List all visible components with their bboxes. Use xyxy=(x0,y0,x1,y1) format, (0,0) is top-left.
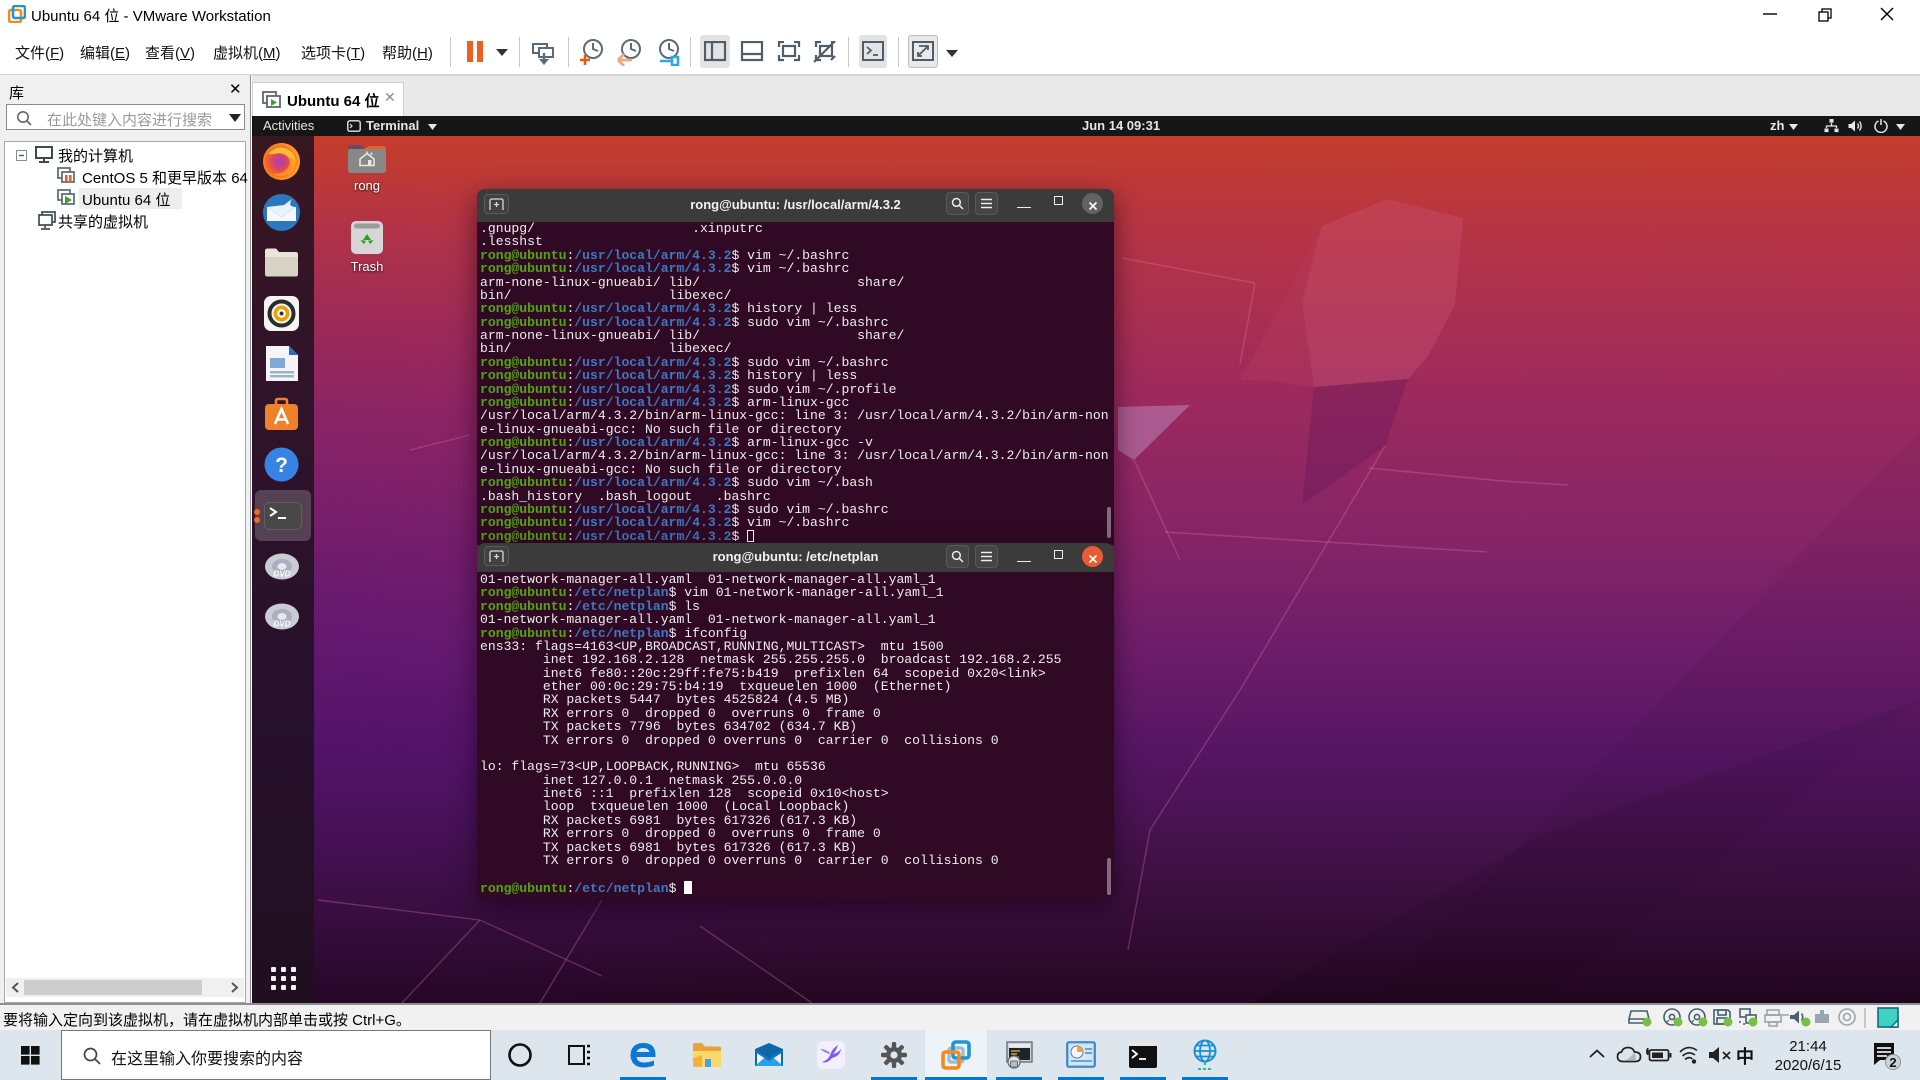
svg-text:DVD: DVD xyxy=(274,570,291,579)
svg-text:?: ? xyxy=(275,454,288,477)
svg-text:DVD: DVD xyxy=(274,620,291,629)
svg-text:2: 2 xyxy=(1889,1055,1896,1070)
